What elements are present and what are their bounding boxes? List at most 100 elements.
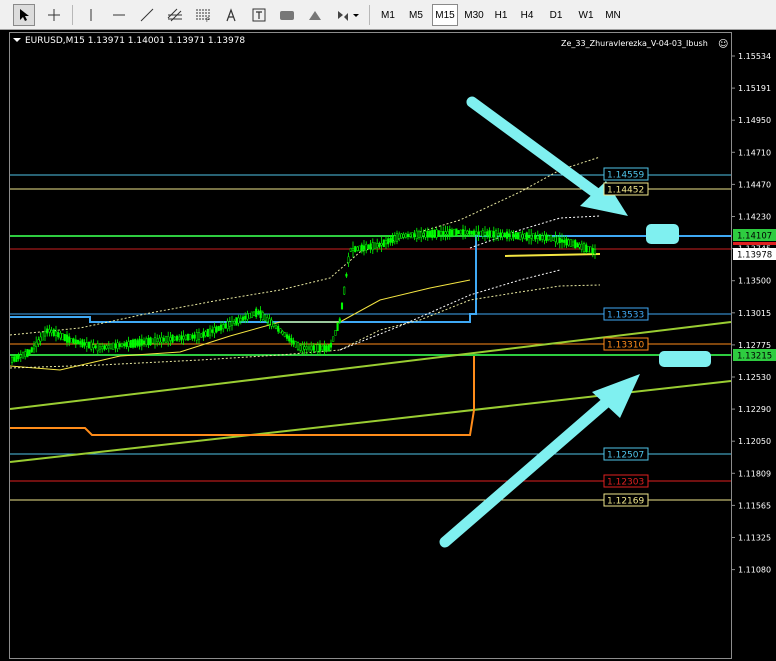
candle-body [123, 343, 126, 347]
candle-body [486, 231, 489, 237]
candle-body [46, 328, 49, 334]
candle-body [94, 345, 97, 349]
svg-text:F: F [206, 17, 210, 22]
candle-body [250, 311, 253, 318]
candle-body [270, 319, 273, 327]
candle-body [582, 243, 586, 252]
candle-body [406, 233, 410, 238]
candle-body [503, 232, 506, 238]
candle-body [305, 346, 308, 350]
candle-body [411, 232, 414, 239]
candle-body [400, 233, 403, 239]
chart-menu-icon[interactable] [13, 38, 21, 42]
candle-body [248, 313, 251, 319]
step-line-orange [10, 356, 475, 436]
candle-body [316, 344, 319, 352]
triangle-icon[interactable] [304, 4, 326, 26]
timeframe-m5[interactable]: M5 [404, 4, 428, 26]
candle-body [125, 342, 128, 347]
price-axis-tick-label: 1.11809 [738, 469, 771, 478]
yellow-short-line [504, 253, 601, 257]
candle-body [301, 344, 304, 352]
candle-body [457, 230, 460, 234]
price-axis-tick-label: 1.12775 [738, 341, 771, 350]
candle-body [279, 328, 282, 334]
candle-body [109, 343, 113, 350]
candle-body [479, 230, 482, 236]
equidistant-channel-icon[interactable] [164, 4, 186, 26]
timeframe-m30[interactable]: M30 [461, 4, 487, 26]
svg-text:1.14452: 1.14452 [607, 186, 644, 196]
candle-body [360, 244, 363, 252]
candle-body [98, 346, 102, 350]
trendline-icon[interactable] [136, 4, 158, 26]
svg-text:1.13215: 1.13215 [737, 352, 772, 362]
candle-body [380, 243, 383, 246]
candle-body [450, 229, 454, 236]
candle-body [160, 337, 163, 343]
cursor-arrow-icon[interactable] [13, 4, 35, 26]
candle-body [345, 273, 348, 277]
candle-body [272, 323, 275, 327]
candle-body [578, 244, 581, 248]
fibonacci-retracement-icon[interactable]: F [192, 4, 214, 26]
candle-body [523, 233, 526, 240]
candle-body [369, 243, 372, 250]
candle-body [459, 229, 462, 235]
candle-body [541, 235, 544, 240]
candle-body [215, 326, 218, 333]
price-chart[interactable]: EURUSD,M15 1.13971 1.14001 1.13971 1.139… [0, 30, 776, 661]
symbol-info: EURUSD,M15 1.13971 1.14001 1.13971 1.139… [25, 36, 245, 46]
svg-text:1.14559: 1.14559 [607, 171, 644, 181]
timeframe-m15[interactable]: M15 [432, 4, 458, 26]
candle-body [365, 243, 368, 251]
candle-body [239, 317, 242, 322]
candle-body [219, 324, 223, 331]
timeframe-h4[interactable]: H4 [516, 4, 538, 26]
timeframe-w1[interactable]: W1 [574, 4, 598, 26]
crosshair-icon[interactable] [43, 4, 65, 26]
candle-body [162, 337, 165, 342]
candle-body [277, 325, 280, 332]
chart-canvas[interactable]: EURUSD,M15 1.13971 1.14001 1.13971 1.139… [0, 30, 776, 661]
candle-body [92, 344, 95, 348]
candle-body [483, 231, 487, 236]
price-axis-tick-label: 1.11080 [738, 566, 771, 575]
candle-body [327, 344, 330, 352]
candle-body [538, 234, 542, 241]
candle-body [556, 236, 559, 244]
level-label-5: 1.12507 [603, 447, 649, 461]
candle-body [252, 311, 256, 316]
candle-body [193, 334, 196, 339]
candle-body [585, 244, 588, 253]
vertical-line-icon[interactable] [80, 4, 102, 26]
timeframe-m1[interactable]: M1 [376, 4, 400, 26]
candle-body [204, 331, 207, 337]
candle-body [349, 248, 352, 252]
candle-body [488, 230, 491, 238]
candle-body [48, 328, 51, 333]
candle-body [501, 232, 504, 237]
candle-body [338, 318, 341, 323]
timeframe-h1[interactable]: H1 [490, 4, 512, 26]
price-axis[interactable]: 1.15534 1.15191 1.14950 1.14710 1.14470 1.142… [731, 52, 771, 575]
candle-body [32, 345, 36, 350]
candle-body [83, 342, 86, 346]
candle-body [448, 229, 451, 237]
shapes-dropdown-icon[interactable] [334, 4, 362, 26]
horizontal-line-icon[interactable] [108, 4, 130, 26]
candle-body [334, 330, 337, 336]
candle-body [147, 337, 150, 346]
candle-body [404, 233, 407, 238]
timeframe-mn[interactable]: MN [601, 4, 625, 26]
text-label-icon[interactable] [220, 4, 242, 26]
candle-body [142, 340, 146, 344]
candle-body [195, 332, 198, 341]
candle-body [206, 328, 209, 337]
text-box-icon[interactable] [248, 4, 270, 26]
candle-body [329, 342, 333, 348]
candle-body [554, 236, 557, 242]
rectangle-icon[interactable] [276, 4, 298, 26]
timeframe-d1[interactable]: D1 [545, 4, 567, 26]
candle-body [72, 338, 75, 344]
